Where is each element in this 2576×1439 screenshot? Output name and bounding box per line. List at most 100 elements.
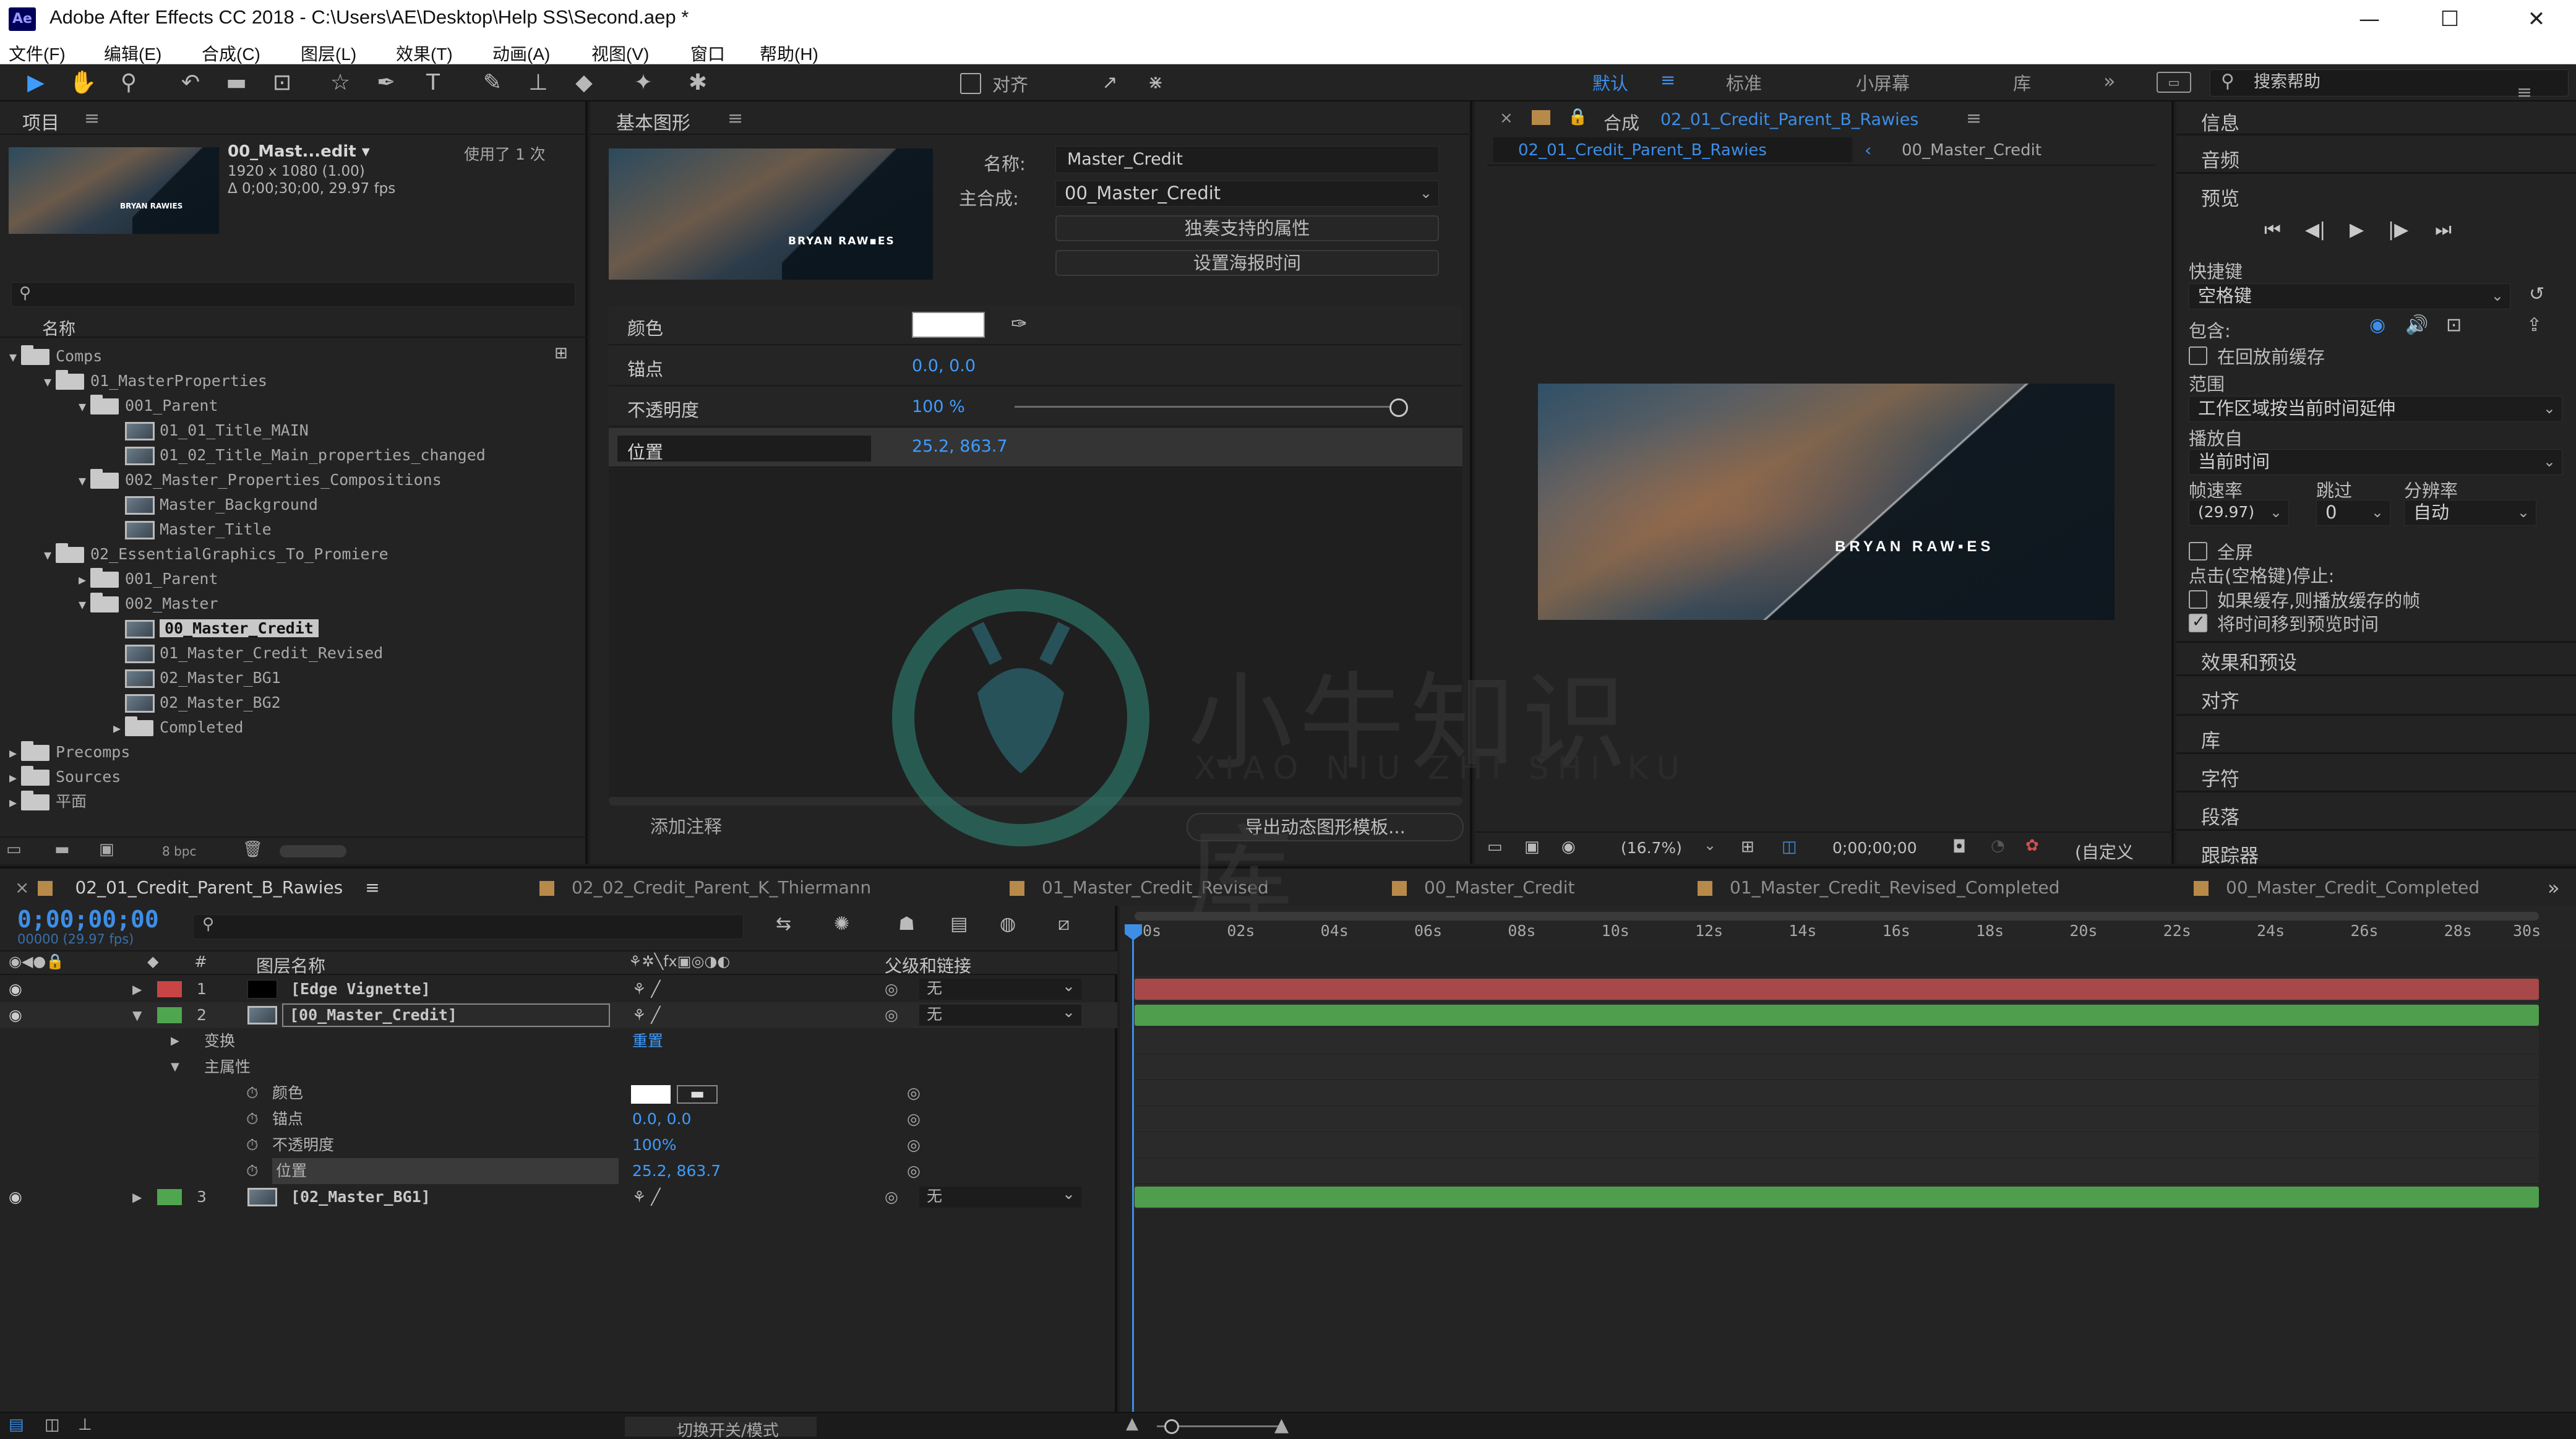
eg-panel-title[interactable]: 基本图形 — [616, 108, 690, 135]
property-value[interactable]: 0.0, 0.0 — [632, 1106, 691, 1132]
comp-mini-flowchart-icon[interactable]: ⇆ — [776, 913, 791, 935]
playhead[interactable] — [1132, 924, 1134, 1412]
visibility-eye-icon[interactable]: ◉ — [9, 976, 22, 1002]
pickwhip-icon[interactable]: ◎ — [907, 1080, 921, 1106]
tabs-overflow-icon[interactable]: » — [2548, 876, 2560, 900]
menu-help[interactable]: 帮助(H) — [760, 41, 818, 66]
draft-3d-icon[interactable]: ✺ — [834, 913, 849, 935]
first-frame-icon[interactable]: ⏮ — [2264, 219, 2281, 241]
layer-switches-icon[interactable]: ⚘ ╱ — [632, 976, 660, 1002]
timeline-zoom-handle[interactable] — [1164, 1419, 1179, 1434]
delete-icon[interactable]: 🗑 — [243, 840, 263, 859]
fps-dropdown[interactable]: (29.97) ⌄ — [2189, 500, 2289, 526]
selection-tool-icon[interactable]: ▶ — [19, 68, 53, 98]
previous-frame-icon[interactable]: ◀| — [2305, 219, 2325, 241]
align-panel-tab[interactable]: 对齐 — [2201, 685, 2239, 713]
project-panel-menu-icon[interactable]: ≡ — [84, 108, 100, 129]
col-layer-name[interactable]: 图层名称 — [256, 953, 325, 977]
project-comp-row[interactable]: Master_Title — [109, 517, 272, 542]
timeline-tab[interactable]: 00_Master_Credit — [1392, 877, 1574, 898]
close-panel-icon[interactable]: × — [1500, 109, 1513, 127]
workspace-libraries[interactable]: 库 — [2013, 69, 2031, 95]
minimize-button[interactable]: — — [2332, 0, 2406, 40]
info-panel-tab[interactable]: 信息 — [2201, 108, 2239, 135]
channel-icon[interactable]: ✿ — [2025, 836, 2039, 855]
character-panel-tab[interactable]: 字符 — [2201, 763, 2239, 791]
layer-name[interactable]: [02_Master_BG1] — [291, 1184, 431, 1210]
layer-name[interactable]: [00_Master_Credit] — [282, 1003, 610, 1027]
skip-dropdown[interactable]: 0 ⌄ — [2316, 500, 2390, 526]
current-timecode[interactable]: 0;00;00;00 — [17, 906, 159, 933]
last-frame-icon[interactable]: ⏭ — [2435, 219, 2452, 241]
align-checkbox[interactable] — [960, 73, 981, 94]
include-audio-icon[interactable]: 🔊 — [2405, 314, 2428, 336]
layer-switches-icon[interactable]: ⚘ ╱ — [632, 1002, 660, 1028]
eyedropper-icon[interactable]: ✑ — [1011, 312, 1028, 335]
label-column-icon[interactable]: ◆ — [147, 953, 158, 970]
project-comp-row[interactable]: 01_01_Title_MAIN — [109, 418, 309, 443]
shortcut-dropdown[interactable]: 空格键 ⌄ — [2189, 283, 2510, 309]
disclosure-closed-icon[interactable]: ▶ — [132, 1184, 142, 1210]
hand-tool-icon[interactable]: ✋ — [66, 68, 100, 98]
menu-effect[interactable]: 效果(T) — [396, 41, 453, 66]
move-time-checkbox[interactable] — [2189, 612, 2207, 632]
stopwatch-icon[interactable]: ⏱ — [246, 1132, 259, 1158]
comp-panel-menu-icon[interactable]: ≡ — [1966, 108, 1981, 129]
shape-tool-icon[interactable]: ☆ — [323, 68, 358, 98]
timeline-tab[interactable]: 00_Master_Credit_Completed — [2194, 877, 2479, 898]
resolution-dropdown[interactable]: (自定义 — [2075, 839, 2134, 864]
disclosure-closed-icon[interactable]: ▶ — [132, 976, 142, 1002]
workspace-menu-icon[interactable]: ≡ — [1660, 69, 1675, 90]
stopwatch-icon[interactable]: ⏱ — [246, 1158, 259, 1184]
tracker-panel-tab[interactable]: 跟踪器 — [2201, 840, 2259, 868]
monitor-icon[interactable]: ▣ — [1524, 838, 1540, 856]
project-folder-row[interactable]: ▼ 001_Parent — [74, 393, 218, 418]
motion-blur-icon[interactable]: ◍ — [1000, 913, 1016, 935]
timeline-tab[interactable]: 01_Master_Credit_Revised — [1010, 877, 1269, 898]
layer-row[interactable]: ◉ ▶ 1 [Edge Vignette] ⚘ ╱ ◎ 无 ⌄ — [0, 976, 1117, 1002]
breadcrumb-next[interactable]: 00_Master_Credit — [1902, 141, 2041, 160]
property-row[interactable]: ⏱ 锚点 0.0, 0.0 ◎ — [0, 1106, 1117, 1132]
workspace-standard[interactable]: 标准 — [1726, 69, 1762, 95]
project-folder-row[interactable]: ▼ 002_Master_Properties_Compositions — [74, 468, 442, 492]
comp-title-name[interactable]: 02_01_Credit_Parent_B_Rawies — [1660, 110, 1918, 129]
workspace-small-screen[interactable]: 小屏幕 — [1856, 69, 1910, 95]
eg-scrollbar[interactable] — [609, 797, 1462, 805]
menu-edit[interactable]: 编辑(E) — [104, 41, 161, 66]
property-row[interactable]: 变换 重置 ▶ — [0, 1028, 1117, 1054]
fit-icon[interactable]: ⊞ — [1741, 838, 1754, 856]
search-help-input[interactable]: 搜索帮助 — [2210, 69, 2569, 97]
timeline-tab[interactable]: 02_02_Credit_Parent_K_Thiermann — [539, 877, 871, 898]
layer-switches-icon[interactable]: ▤ — [9, 1415, 24, 1434]
text-tool-icon[interactable]: T — [416, 68, 450, 98]
eg-prop-value[interactable]: 25.2, 863.7 — [912, 437, 1008, 456]
pickwhip-icon[interactable]: ◎ — [907, 1132, 921, 1158]
work-area-bar[interactable] — [1135, 912, 2539, 921]
property-value[interactable]: 重置 — [632, 1028, 663, 1054]
opacity-slider-track[interactable] — [1015, 406, 1398, 408]
project-folder-row[interactable]: ▶ Completed — [109, 715, 243, 740]
zoom-level[interactable]: (16.7%) — [1621, 839, 1682, 857]
breadcrumb-active[interactable]: 02_01_Credit_Parent_B_Rawies — [1518, 141, 1767, 160]
snap-icon[interactable]: ↗ — [1093, 68, 1127, 98]
snapshot-icon[interactable]: ◘ — [1952, 836, 1966, 857]
property-row[interactable]: 主属性 ▼ — [0, 1054, 1117, 1080]
property-row[interactable]: ⏱ 颜色 ▬ ◎ — [0, 1080, 1117, 1106]
layer-name[interactable]: [Edge Vignette] — [291, 976, 431, 1002]
project-folder-row[interactable]: ▼ 002_Master — [74, 591, 218, 616]
cache-before-playback-checkbox[interactable] — [2189, 346, 2207, 365]
range-dropdown[interactable]: 工作区域按当前时间延伸 ⌄ — [2189, 396, 2562, 422]
pickwhip-icon[interactable]: ◎ — [907, 1158, 921, 1184]
disclosure-closed-icon[interactable]: ▶ — [5, 765, 21, 790]
composition-viewer[interactable]: BRYAN RAW▪ES — [1538, 384, 2114, 620]
project-folder-row[interactable]: ▶ 001_Parent — [74, 567, 218, 591]
project-search-input[interactable]: ⚲ — [11, 282, 575, 307]
menu-view[interactable]: 视图(V) — [591, 41, 649, 66]
disclosure-open-icon[interactable]: ▼ — [74, 592, 90, 617]
time-ruler[interactable]: 00s 02s 04s 06s 08s 10s 12s 14s 16s 18s 20s 22s 24s 2… — [1120, 906, 2576, 950]
brush-tool-icon[interactable]: ✎ — [475, 68, 510, 98]
disclosure-closed-icon[interactable]: ▶ — [5, 741, 21, 765]
opacity-slider-handle[interactable] — [1389, 398, 1408, 417]
project-folder-row[interactable]: ▶ Precomps — [5, 740, 130, 765]
comp-timecode[interactable]: 0;00;00;00 — [1832, 839, 1917, 857]
